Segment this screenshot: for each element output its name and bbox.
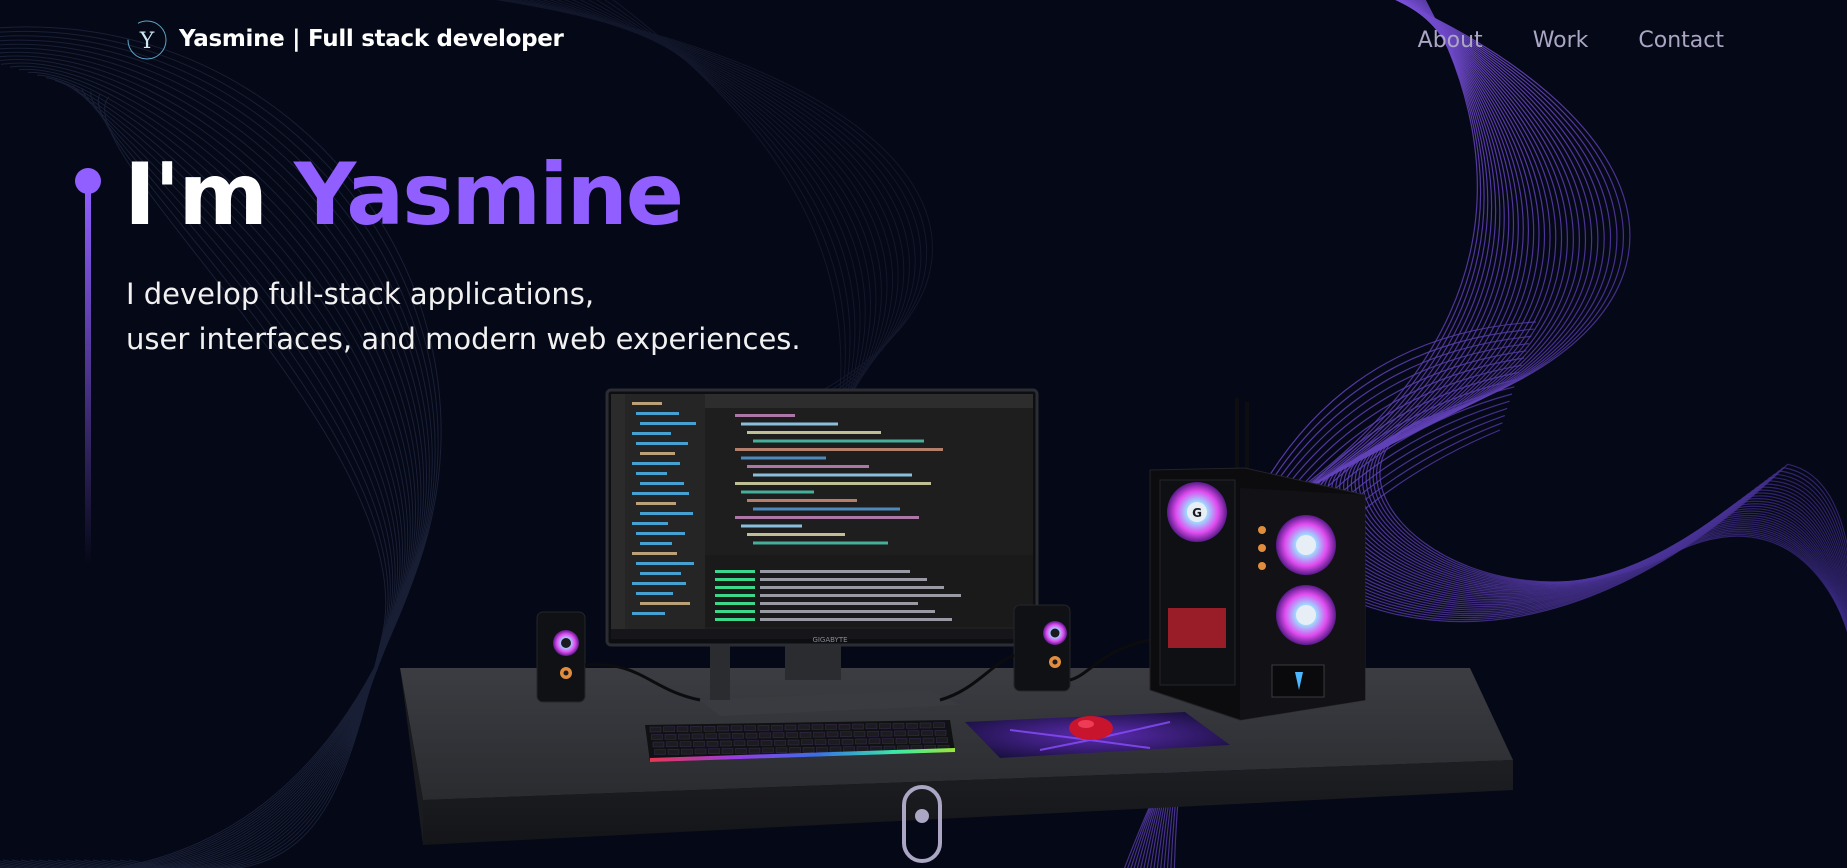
- scroll-down-indicator[interactable]: [902, 785, 942, 863]
- fan-logo: G: [1192, 506, 1202, 520]
- left-speaker: [536, 611, 586, 703]
- scroll-dot-icon: [915, 809, 929, 823]
- desk-setup-illustration[interactable]: GIGABYTE G: [0, 0, 1847, 868]
- monitor-brand: GIGABYTE: [812, 636, 847, 644]
- portfolio-page: Y Yasmine | Full stack developer About W…: [0, 0, 1847, 868]
- pc-tower: G: [1149, 398, 1366, 721]
- mouse: [1069, 716, 1113, 740]
- monitor: GIGABYTE: [605, 388, 1039, 647]
- right-speaker: [1013, 604, 1071, 692]
